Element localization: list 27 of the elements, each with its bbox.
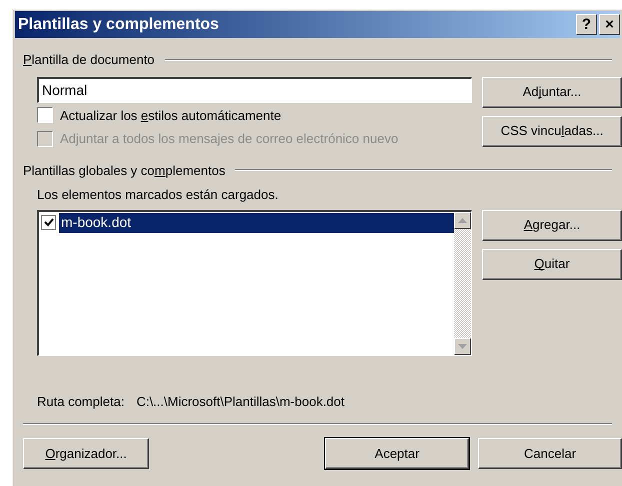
up-arrow-icon: [458, 218, 467, 222]
dialog-button[interactable]: Cancelar: [478, 438, 622, 469]
checkbox[interactable]: [37, 107, 53, 124]
down-arrow-icon: [458, 344, 467, 348]
dialog-button[interactable]: CSS vinculadas...: [482, 116, 622, 146]
dialog-button[interactable]: Organizador...: [23, 438, 150, 469]
info-text: Los elementos marcados están cargados.: [37, 187, 278, 202]
scroll-down-button[interactable]: [454, 338, 471, 354]
checkbox-label: Actualizar los estilos automáticamente: [60, 106, 282, 124]
section-heading: Plantillas globales y complementos: [23, 162, 226, 180]
scroll-up-button[interactable]: [454, 212, 471, 228]
path-value: C:\...\Microsoft\Plantillas\m-book.dot: [136, 392, 345, 410]
templates-list[interactable]: m-book.dot: [37, 210, 472, 356]
scrollbar[interactable]: [454, 212, 471, 354]
window-title: Plantillas y complementos: [18, 14, 220, 34]
path-label: Ruta completa:: [37, 392, 124, 411]
close-button[interactable]: ×: [599, 14, 620, 35]
help-button[interactable]: ?: [576, 14, 597, 35]
dialog-button[interactable]: Agregar...: [482, 210, 622, 240]
section-heading: Plantilla de documento: [23, 51, 155, 69]
dialog-button[interactable]: Aceptar: [325, 438, 470, 469]
dialog-button[interactable]: Adjuntar...: [482, 76, 622, 108]
checkbox-label: Adjuntar a todos los mensajes de correo electrónico nuevo: [60, 130, 398, 148]
checkbox[interactable]: [41, 215, 56, 230]
dialog-button[interactable]: Quitar: [482, 248, 622, 280]
list-item[interactable]: m-book.dot: [59, 212, 454, 232]
template-field[interactable]: Normal: [37, 76, 472, 102]
